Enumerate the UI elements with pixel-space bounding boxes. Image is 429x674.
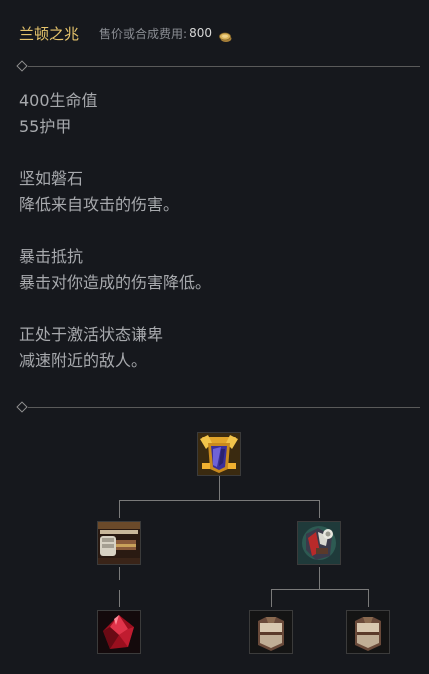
ruby-crystal-icon	[98, 611, 140, 653]
recipe-node-sub[interactable]	[346, 610, 390, 654]
tree-connector	[271, 589, 272, 607]
giants-belt-icon	[298, 522, 340, 564]
recipe-node-component[interactable]	[97, 521, 141, 565]
tree-connector	[119, 567, 120, 580]
recipe-node-sub[interactable]	[249, 610, 293, 654]
recipe-tree	[0, 0, 429, 674]
tree-connector	[119, 590, 120, 607]
recipe-node-component[interactable]	[297, 521, 341, 565]
recipe-node-root[interactable]	[197, 432, 241, 476]
warden-mail-icon	[98, 522, 140, 564]
randuins-omen-icon	[198, 433, 240, 475]
cloth-armor-icon	[347, 611, 389, 653]
tree-connector	[319, 500, 320, 518]
tree-connector	[368, 589, 369, 607]
tree-connector	[319, 567, 320, 589]
tree-connector	[119, 500, 120, 518]
recipe-node-sub[interactable]	[97, 610, 141, 654]
tree-connector	[219, 476, 220, 500]
tree-connector	[271, 589, 369, 590]
tree-connector	[119, 500, 320, 501]
cloth-armor-icon	[250, 611, 292, 653]
